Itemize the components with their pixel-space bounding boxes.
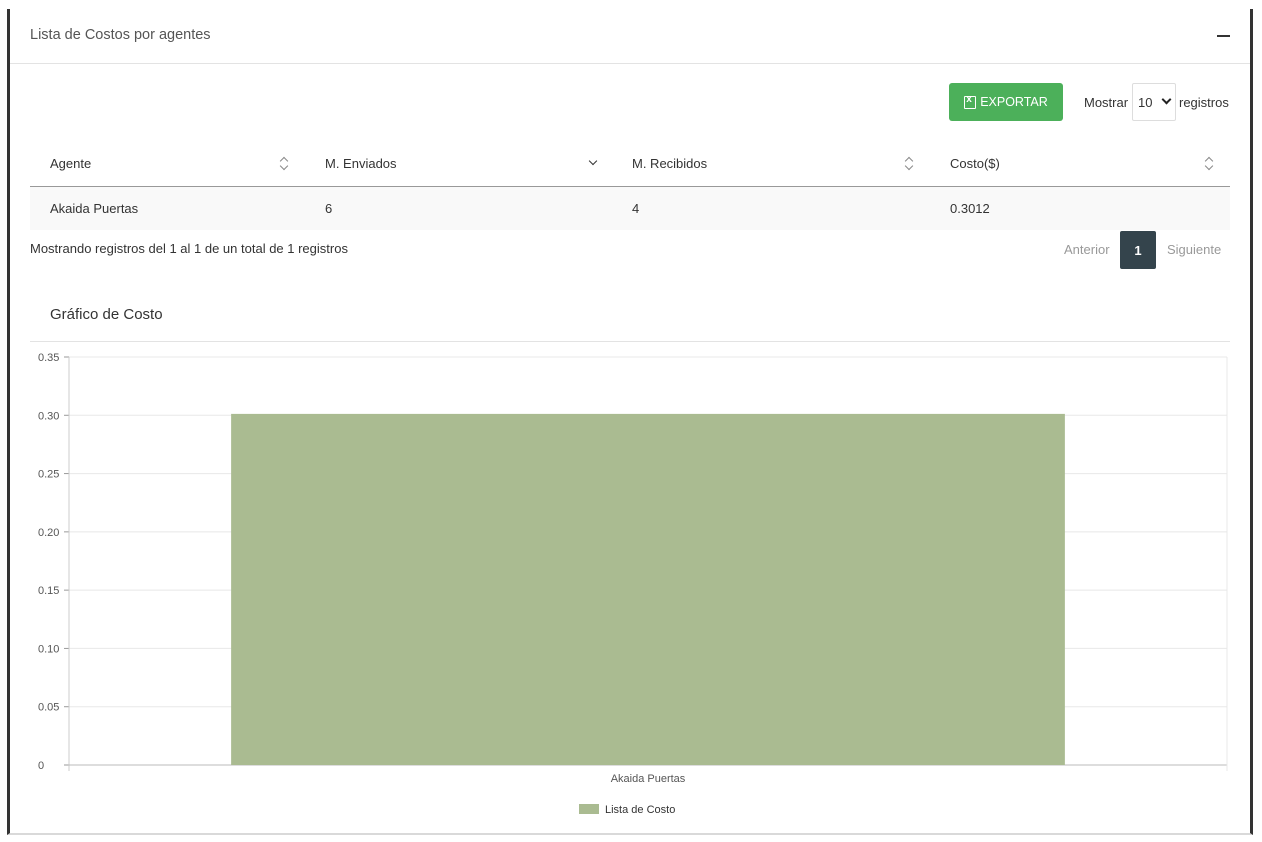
show-label: Mostrar: [1084, 95, 1129, 110]
sort-icon: [904, 157, 914, 171]
column-header-costo[interactable]: Costo($): [930, 142, 1230, 187]
y-tick-label: 0.35: [38, 352, 59, 364]
cell-enviados: 6: [305, 186, 612, 230]
legend-label: Lista de Costo: [605, 804, 675, 816]
column-header-recibidos[interactable]: M. Recibidos: [612, 142, 930, 187]
sort-desc-icon: [588, 156, 598, 166]
y-tick-label: 0: [38, 760, 44, 772]
y-tick-label: 0.15: [38, 585, 59, 597]
chart-title: Gráfico de Costo: [50, 306, 163, 323]
table-info: Mostrando registros del 1 al 1 de un tot…: [30, 241, 348, 256]
cost-chart: 0 0.05 0.10 0.15 0.20 0.25 0.30 0.35 Akaida Puer…: [38, 352, 1228, 816]
pagination-previous[interactable]: Anterior: [1064, 242, 1110, 280]
card-header: Lista de Costos por agentes: [10, 9, 1250, 64]
y-tick-label: 0.05: [38, 702, 59, 714]
legend-swatch: [579, 804, 599, 814]
chevron-down-icon: [1161, 94, 1172, 105]
column-header-enviados[interactable]: M. Enviados: [305, 142, 612, 187]
records-label: registros: [1179, 95, 1229, 110]
bar: [231, 413, 1065, 765]
cell-recibidos: 4: [612, 186, 930, 230]
table-row: Akaida Puertas 6 4 0.3012: [30, 186, 1230, 230]
sort-icon: [279, 157, 289, 171]
export-button[interactable]: EXPORTAR: [949, 83, 1063, 121]
page-length-select[interactable]: 10: [1132, 83, 1176, 121]
x-tick-label: Akaida Puertas: [611, 773, 686, 785]
y-tick-label: 0.30: [38, 410, 59, 422]
column-header-agente[interactable]: Agente: [30, 142, 305, 187]
pagination-next[interactable]: Siguiente: [1167, 242, 1221, 280]
table-toolbar: EXPORTAR Mostrar 10 registros: [10, 83, 1250, 123]
excel-file-icon: [964, 94, 977, 109]
export-label: EXPORTAR: [980, 95, 1048, 109]
card-title: Lista de Costos por agentes: [30, 27, 211, 43]
y-tick-label: 0.25: [38, 469, 59, 481]
cost-panel: Lista de Costos por agentes EXPORTAR Mos…: [7, 9, 1253, 835]
cost-table: Agente M. Enviados M. Recibidos Costo($): [30, 142, 1230, 230]
y-tick-label: 0.10: [38, 643, 59, 655]
collapse-minus-icon[interactable]: [1217, 35, 1230, 37]
pagination-page-1[interactable]: 1: [1120, 231, 1156, 269]
cell-agente: Akaida Puertas: [30, 186, 305, 230]
page-length-value: 10: [1138, 94, 1153, 110]
y-tick-label: 0.20: [38, 527, 59, 539]
sort-icon: [1204, 157, 1214, 171]
cell-costo: 0.3012: [930, 186, 1230, 230]
